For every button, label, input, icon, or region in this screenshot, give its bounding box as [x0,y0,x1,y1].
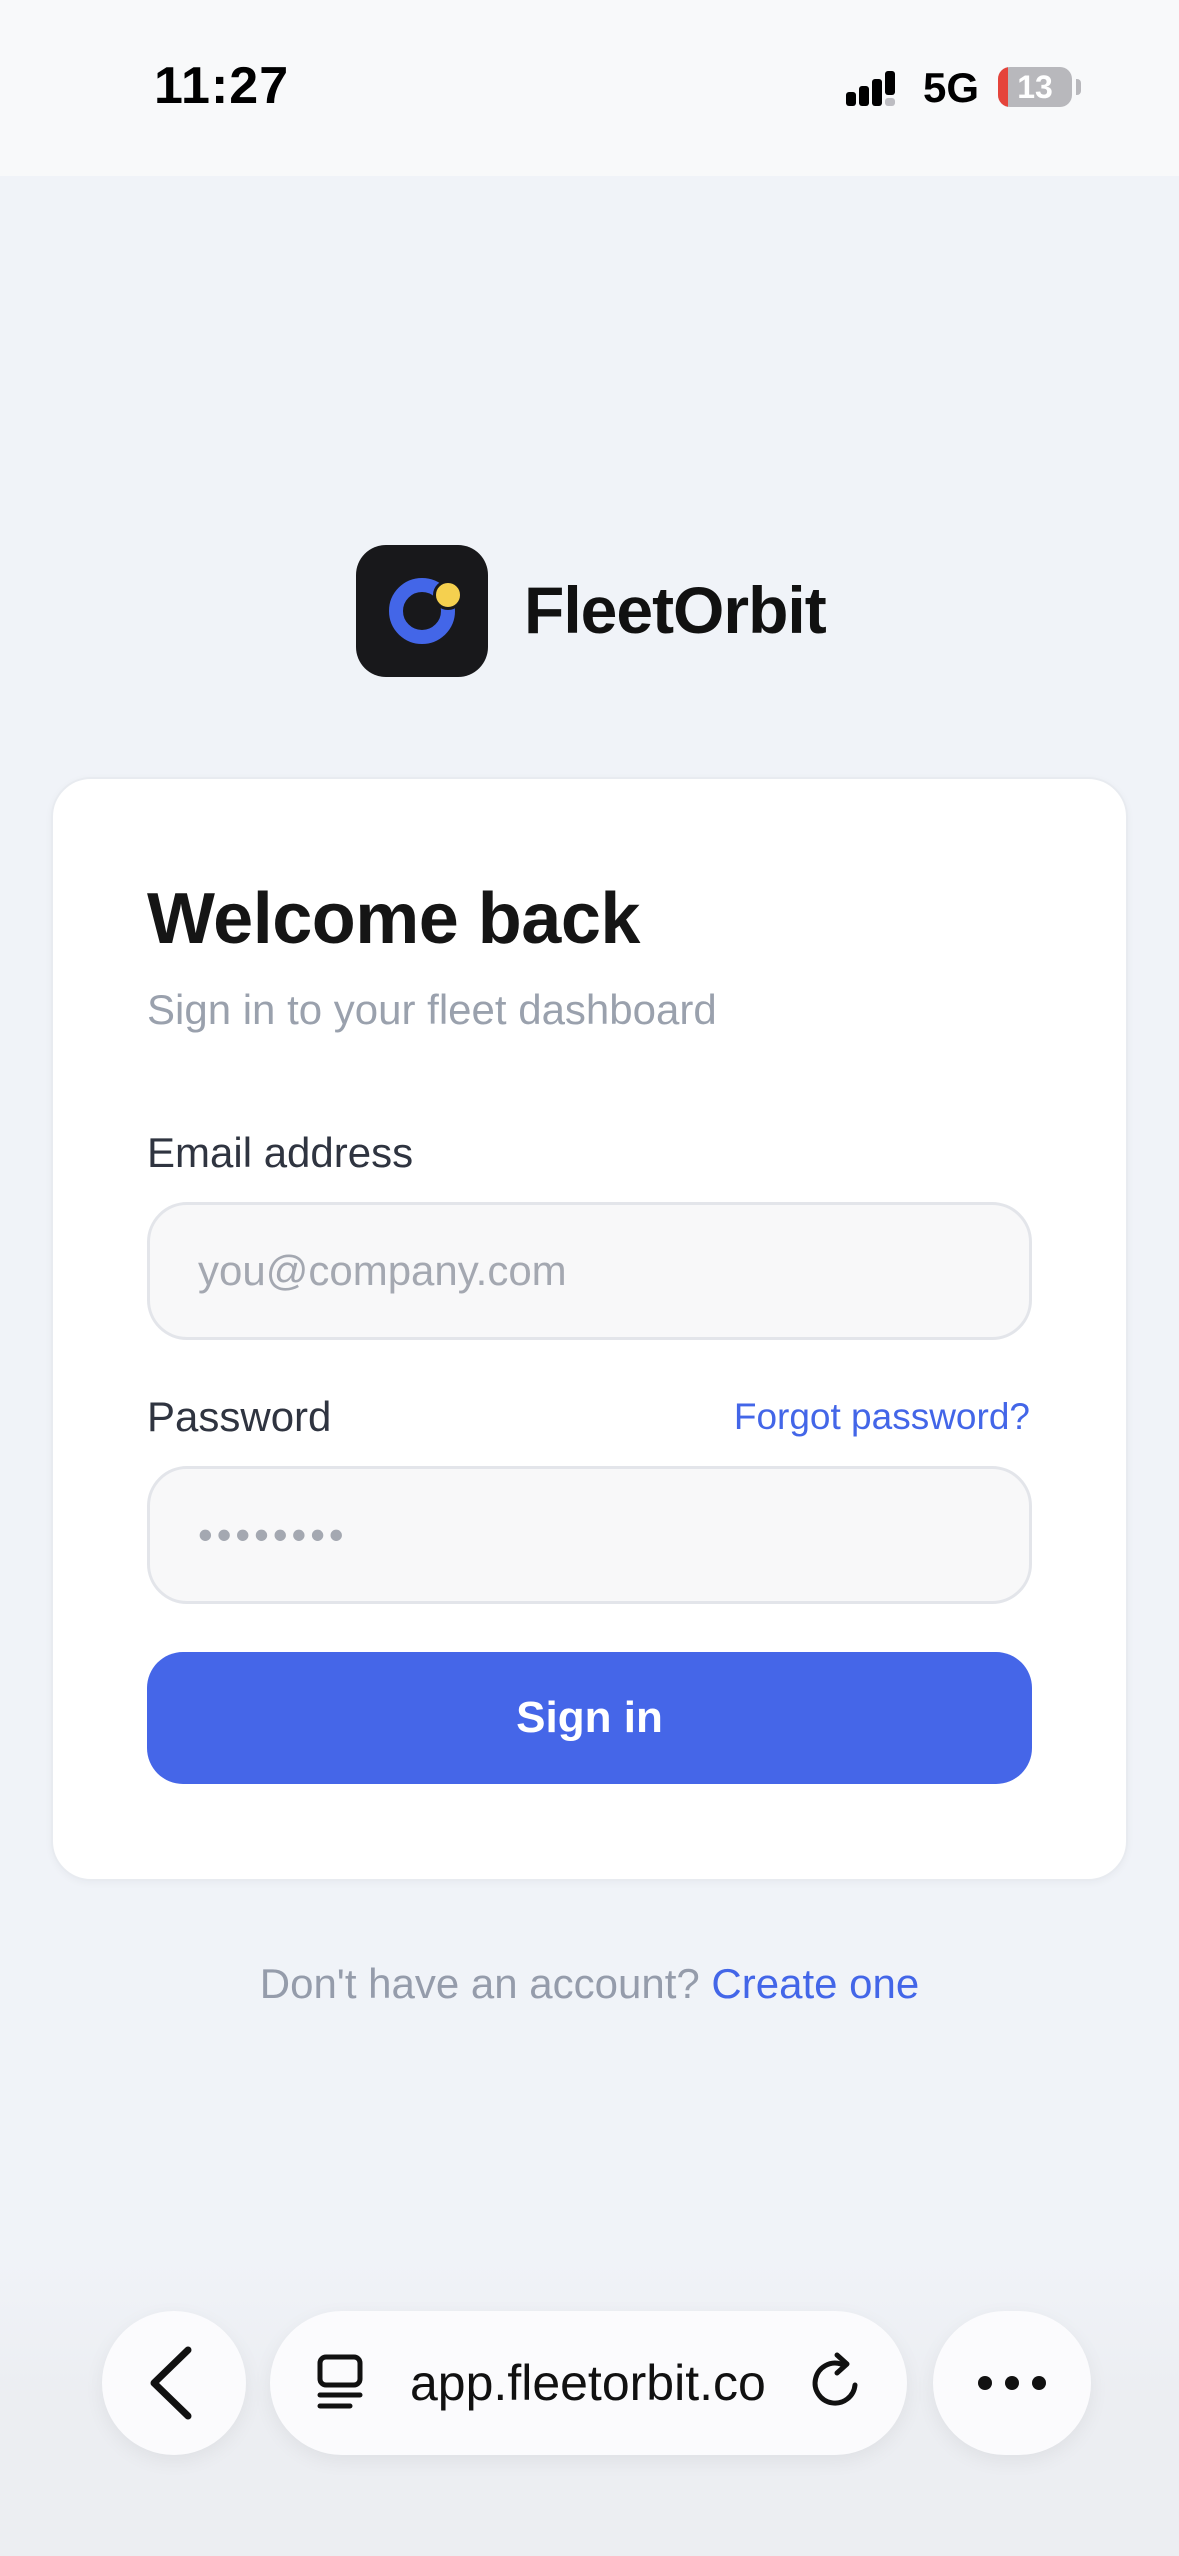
more-button[interactable] [933,2311,1091,2455]
reload-icon[interactable] [797,2343,877,2423]
sign-in-button[interactable]: Sign in [147,1652,1032,1784]
password-label: Password [147,1393,332,1440]
signal-strength-icon [846,71,895,106]
email-field[interactable] [147,1202,1032,1340]
password-field[interactable] [147,1466,1032,1604]
more-icon [978,2376,1046,2390]
network-type: 5G [923,64,980,111]
battery-tip [1076,79,1081,95]
address-bar[interactable]: app.fleetorbit.co [270,2311,907,2455]
signup-prompt: Don't have an account? [259,1960,700,2007]
login-title: Welcome back [147,879,640,959]
battery-level: 13 [1017,69,1053,105]
brand-name: FleetOrbit [524,573,827,647]
url-text: app.fleetorbit.co [410,2355,766,2411]
back-button[interactable] [102,2311,246,2455]
forgot-password-link[interactable]: Forgot password? [734,1396,1030,1438]
brand-logo-icon [356,545,488,677]
create-account-link[interactable]: Create one [711,1960,919,2007]
status-bar: 11:27 5G 13 [0,0,1179,176]
chevron-left-icon [150,2346,192,2420]
tabs-icon [317,2354,363,2409]
logo-dot [433,580,463,610]
status-time: 11:27 [154,57,290,115]
email-label: Email address [147,1129,414,1176]
login-subtitle: Sign in to your fleet dashboard [147,986,717,1033]
battery-icon: 13 [998,67,1072,107]
signup-prompt-row: Don't have an account? Create one [0,1960,1179,2008]
